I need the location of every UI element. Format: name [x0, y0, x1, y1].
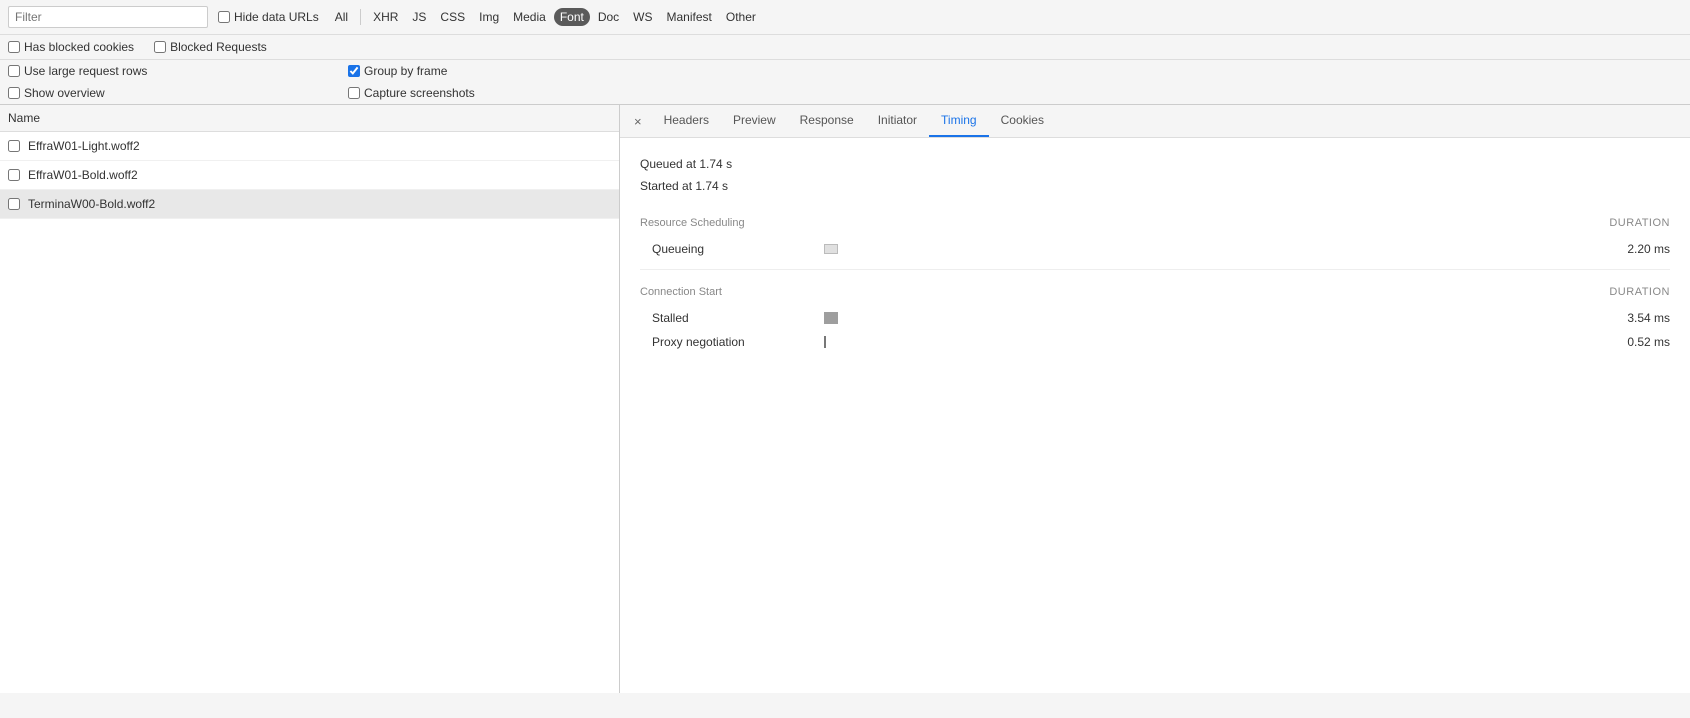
left-panel: Name EffraW01-Light.woff2 EffraW01-Bold.… — [0, 105, 620, 693]
tabs-row: × Headers Preview Response Initiator Tim… — [620, 105, 1690, 138]
hide-data-urls-checkbox[interactable] — [218, 11, 230, 23]
queued-at-text: Queued at 1.74 s — [640, 154, 1670, 176]
tab-preview[interactable]: Preview — [721, 105, 788, 137]
filter-types: All XHR JS CSS Img Media Font Doc WS Man… — [329, 8, 762, 26]
type-btn-other[interactable]: Other — [720, 8, 762, 26]
tab-timing[interactable]: Timing — [929, 105, 989, 137]
settings-left-2: Show overview — [8, 86, 308, 100]
stalled-bar — [824, 312, 838, 324]
stalled-duration: 3.54 ms — [1600, 311, 1670, 325]
settings-rows: Use large request rows Group by frame Sh… — [0, 60, 1690, 105]
stalled-label: Stalled — [652, 311, 812, 325]
queueing-bar — [824, 244, 838, 254]
resource-scheduling-title: Resource Scheduling — [640, 217, 745, 229]
file-list: EffraW01-Light.woff2 EffraW01-Bold.woff2… — [0, 132, 619, 693]
type-btn-css[interactable]: CSS — [434, 8, 471, 26]
tab-cookies[interactable]: Cookies — [989, 105, 1056, 137]
main-area: Name EffraW01-Light.woff2 EffraW01-Bold.… — [0, 105, 1690, 693]
show-overview-checkbox[interactable] — [8, 87, 20, 99]
blocked-requests-label[interactable]: Blocked Requests — [154, 40, 267, 54]
type-btn-all[interactable]: All — [329, 8, 354, 26]
settings-row-2: Show overview Capture screenshots — [0, 82, 1690, 104]
tab-headers[interactable]: Headers — [652, 105, 721, 137]
show-overview-label[interactable]: Show overview — [8, 86, 105, 100]
settings-right-1: Group by frame — [348, 64, 447, 78]
type-btn-xhr[interactable]: XHR — [367, 8, 404, 26]
timing-row-queueing: Queueing 2.20 ms — [640, 237, 1670, 261]
blocked-requests-checkbox[interactable] — [154, 41, 166, 53]
file-checkbox-2[interactable] — [8, 198, 20, 210]
hide-data-urls-text: Hide data URLs — [234, 10, 319, 24]
queueing-bar-area — [824, 244, 1588, 254]
type-btn-media[interactable]: Media — [507, 8, 552, 26]
type-divider — [360, 9, 361, 25]
type-btn-manifest[interactable]: Manifest — [661, 8, 718, 26]
capture-screenshots-checkbox[interactable] — [348, 87, 360, 99]
type-btn-img[interactable]: Img — [473, 8, 505, 26]
queueing-duration: 2.20 ms — [1600, 242, 1670, 256]
settings-left-1: Use large request rows — [8, 64, 308, 78]
file-name-1: EffraW01-Bold.woff2 — [28, 168, 138, 182]
type-btn-doc[interactable]: Doc — [592, 8, 625, 26]
proxy-duration: 0.52 ms — [1600, 335, 1670, 349]
group-by-frame-text: Group by frame — [364, 64, 447, 78]
resource-scheduling-header: Resource Scheduling DURATION — [640, 217, 1670, 229]
file-row-selected[interactable]: TerminaW00-Bold.woff2 — [0, 190, 619, 219]
has-blocked-cookies-label[interactable]: Has blocked cookies — [8, 40, 134, 54]
timing-info: Queued at 1.74 s Started at 1.74 s — [640, 154, 1670, 197]
proxy-bar — [824, 336, 826, 348]
filter-input[interactable] — [8, 6, 208, 28]
file-checkbox-0[interactable] — [8, 140, 20, 152]
right-panel: × Headers Preview Response Initiator Tim… — [620, 105, 1690, 693]
connection-start-header: Connection Start DURATION — [640, 286, 1670, 298]
toolbar-row: Hide data URLs All XHR JS CSS Img Media … — [0, 0, 1690, 35]
settings-row-1: Use large request rows Group by frame — [0, 60, 1690, 82]
type-btn-font[interactable]: Font — [554, 8, 590, 26]
settings-right-2: Capture screenshots — [348, 86, 475, 100]
file-row[interactable]: EffraW01-Light.woff2 — [0, 132, 619, 161]
connection-start-title: Connection Start — [640, 286, 722, 298]
options-row: Has blocked cookies Blocked Requests — [0, 35, 1690, 60]
file-checkbox-1[interactable] — [8, 169, 20, 181]
capture-screenshots-label[interactable]: Capture screenshots — [348, 86, 475, 100]
use-large-rows-checkbox[interactable] — [8, 65, 20, 77]
use-large-rows-label[interactable]: Use large request rows — [8, 64, 147, 78]
tab-initiator[interactable]: Initiator — [866, 105, 929, 137]
file-name-0: EffraW01-Light.woff2 — [28, 139, 140, 153]
use-large-rows-text: Use large request rows — [24, 64, 147, 78]
timing-row-proxy: Proxy negotiation 0.52 ms — [640, 330, 1670, 354]
blocked-requests-text: Blocked Requests — [170, 40, 267, 54]
group-by-frame-checkbox[interactable] — [348, 65, 360, 77]
type-btn-js[interactable]: JS — [406, 8, 432, 26]
group-by-frame-label[interactable]: Group by frame — [348, 64, 447, 78]
tab-response[interactable]: Response — [788, 105, 866, 137]
file-row[interactable]: EffraW01-Bold.woff2 — [0, 161, 619, 190]
show-overview-text: Show overview — [24, 86, 105, 100]
has-blocked-cookies-checkbox[interactable] — [8, 41, 20, 53]
resource-scheduling-duration-label: DURATION — [1609, 217, 1670, 229]
proxy-label: Proxy negotiation — [652, 335, 812, 349]
name-column-header: Name — [0, 105, 619, 132]
has-blocked-cookies-text: Has blocked cookies — [24, 40, 134, 54]
stalled-bar-area — [824, 312, 1588, 324]
queueing-label: Queueing — [652, 242, 812, 256]
file-name-2: TerminaW00-Bold.woff2 — [28, 197, 155, 211]
section-divider-1 — [640, 269, 1670, 270]
started-at-text: Started at 1.74 s — [640, 176, 1670, 198]
close-button[interactable]: × — [624, 108, 652, 135]
type-btn-ws[interactable]: WS — [627, 8, 658, 26]
proxy-bar-area — [824, 336, 1588, 348]
connection-start-duration-label: DURATION — [1609, 286, 1670, 298]
hide-data-urls-label[interactable]: Hide data URLs — [218, 10, 319, 24]
capture-screenshots-text: Capture screenshots — [364, 86, 475, 100]
timing-content: Queued at 1.74 s Started at 1.74 s Resou… — [620, 138, 1690, 693]
timing-row-stalled: Stalled 3.54 ms — [640, 306, 1670, 330]
